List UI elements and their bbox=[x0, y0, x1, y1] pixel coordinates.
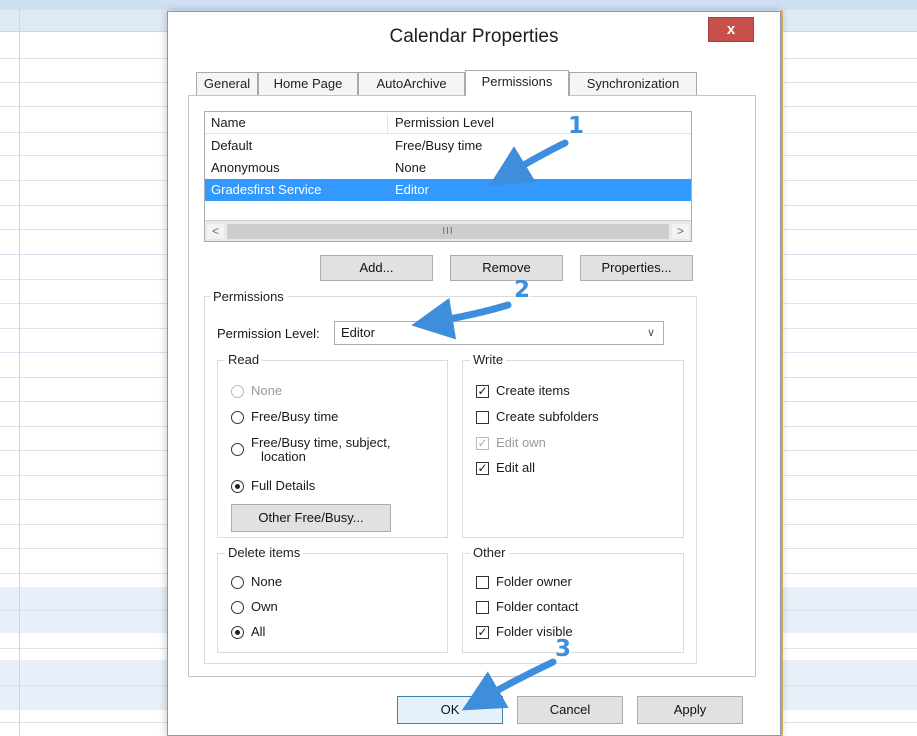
radio-button-icon bbox=[231, 626, 244, 639]
option-label-line2: location bbox=[261, 449, 306, 464]
checkbox-icon bbox=[476, 411, 489, 424]
scroll-left-icon[interactable]: < bbox=[207, 224, 224, 239]
row-name: Anonymous bbox=[211, 160, 280, 175]
radio-button-icon bbox=[231, 411, 244, 424]
permission-level-select[interactable]: Editor ∨ bbox=[334, 321, 664, 345]
radio-button-icon bbox=[231, 601, 244, 614]
list-row-default[interactable]: Default Free/Busy time bbox=[205, 135, 691, 157]
close-icon: x bbox=[726, 21, 736, 38]
other-free-busy-button[interactable]: Other Free/Busy... bbox=[231, 504, 391, 532]
apply-button[interactable]: Apply bbox=[637, 696, 743, 724]
column-divider bbox=[387, 114, 388, 132]
cancel-button[interactable]: Cancel bbox=[517, 696, 623, 724]
checkbox-icon bbox=[476, 601, 489, 614]
scroll-thumb[interactable]: III bbox=[227, 224, 669, 239]
checkmark-icon: ✓ bbox=[476, 625, 489, 639]
delete-items-group-label: Delete items bbox=[225, 545, 304, 560]
row-level: Editor bbox=[395, 182, 429, 197]
row-name: Gradesfirst Service bbox=[211, 182, 322, 197]
calendar-column-line bbox=[19, 10, 20, 736]
tab-autoarchive[interactable]: AutoArchive bbox=[358, 72, 465, 95]
tab-permissions[interactable]: Permissions bbox=[465, 70, 569, 96]
permissions-panel: Name Permission Level Default Free/Busy … bbox=[188, 95, 756, 677]
permission-level-value: Editor bbox=[341, 325, 375, 340]
tab-general[interactable]: General bbox=[196, 72, 258, 95]
checkbox-icon bbox=[476, 576, 489, 589]
option-label: None bbox=[251, 574, 283, 589]
chevron-down-icon: ∨ bbox=[646, 327, 655, 339]
tab-home-page[interactable]: Home Page bbox=[258, 72, 358, 95]
ok-button[interactable]: OK bbox=[397, 696, 503, 724]
checkmark-icon: ✓ bbox=[476, 461, 489, 475]
close-button[interactable]: x bbox=[708, 17, 754, 42]
option-label: Folder contact bbox=[496, 599, 579, 614]
permissions-group-label: Permissions bbox=[210, 289, 287, 304]
list-row-anonymous[interactable]: Anonymous None bbox=[205, 157, 691, 179]
option-label: Create subfolders bbox=[496, 409, 599, 424]
tab-synchronization[interactable]: Synchronization bbox=[569, 72, 697, 95]
option-label: Own bbox=[251, 599, 278, 614]
list-header: Name Permission Level bbox=[205, 112, 691, 134]
other-group-label: Other bbox=[470, 545, 509, 560]
column-header-permission-level[interactable]: Permission Level bbox=[395, 112, 494, 134]
tab-bar: General Home Page AutoArchive Permission… bbox=[188, 70, 748, 96]
calendar-header-bar bbox=[0, 0, 917, 10]
option-label: Folder owner bbox=[496, 574, 572, 589]
option-label: None bbox=[251, 383, 283, 398]
radio-button-icon bbox=[231, 576, 244, 589]
write-group-label: Write bbox=[470, 352, 507, 367]
radio-button-icon bbox=[231, 385, 244, 398]
dialog-title: Calendar Properties bbox=[389, 26, 559, 47]
row-level: Free/Busy time bbox=[395, 138, 483, 153]
checkmark-icon: ✓ bbox=[476, 436, 489, 450]
annotation-step-3: 3 bbox=[555, 636, 572, 662]
properties-button[interactable]: Properties... bbox=[580, 255, 693, 281]
permission-list[interactable]: Name Permission Level Default Free/Busy … bbox=[204, 111, 692, 242]
calendar-properties-dialog: Calendar Properties x General Home Page … bbox=[167, 11, 781, 736]
column-header-name[interactable]: Name bbox=[211, 112, 246, 134]
option-label: Free/Busy time bbox=[251, 409, 339, 424]
read-group-label: Read bbox=[225, 352, 263, 367]
option-label: All bbox=[251, 624, 266, 639]
list-row-gradesfirst-service[interactable]: Gradesfirst Service Editor bbox=[205, 179, 691, 201]
option-label: Create items bbox=[496, 383, 570, 398]
permission-level-label: Permission Level: bbox=[217, 326, 320, 341]
horizontal-scrollbar[interactable]: < III > bbox=[205, 220, 691, 241]
option-label: Full Details bbox=[251, 478, 316, 493]
scroll-right-icon[interactable]: > bbox=[672, 224, 689, 239]
radio-button-icon bbox=[231, 443, 244, 456]
scroll-grip-icon: III bbox=[442, 226, 454, 237]
option-label: Edit own bbox=[496, 435, 546, 450]
option-label: Edit all bbox=[496, 460, 536, 475]
dialog-titlebar[interactable]: Calendar Properties x bbox=[168, 12, 780, 62]
row-level: None bbox=[395, 160, 427, 175]
add-button[interactable]: Add... bbox=[320, 255, 433, 281]
annotation-step-2: 2 bbox=[514, 277, 531, 303]
row-name: Default bbox=[211, 138, 253, 153]
annotation-step-1: 1 bbox=[568, 113, 585, 139]
calendar-today-line bbox=[781, 10, 783, 736]
remove-button[interactable]: Remove bbox=[450, 255, 563, 281]
checkmark-icon: ✓ bbox=[476, 384, 489, 398]
radio-button-icon bbox=[231, 480, 244, 493]
